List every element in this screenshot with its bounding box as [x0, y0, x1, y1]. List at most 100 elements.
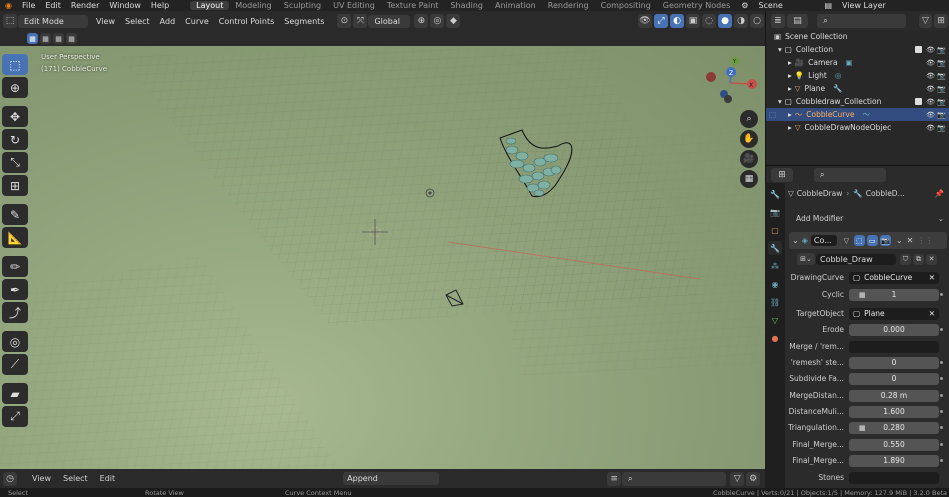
fake-user-shield-icon[interactable]: ⛉ — [900, 253, 911, 265]
3d-viewport[interactable]: X Y Z User Perspective (171) CobbleCurve… — [0, 46, 765, 469]
drawingcurve-field[interactable]: ▢ CobbleCurve ✕ — [849, 271, 939, 284]
data-tab-icon[interactable]: ▽ — [768, 313, 782, 327]
clear-x-icon[interactable]: ✕ — [929, 273, 935, 282]
overlay-toggle-icon[interactable]: ◐ — [670, 14, 684, 28]
attribute-toggle-icon[interactable]: ▦ — [859, 291, 866, 299]
render-toggle-icon[interactable]: 📷 — [879, 235, 891, 246]
workspace-tab-modeling[interactable]: Modeling — [229, 1, 277, 10]
outliner-scene-collection[interactable]: ▣ Scene Collection — [766, 30, 949, 43]
scene-name[interactable]: Scene — [753, 1, 819, 10]
menu-view[interactable]: View — [91, 17, 120, 26]
dropdown-chevron-icon[interactable]: ⌄ — [896, 236, 903, 245]
snap-icon[interactable]: ⊕ — [414, 14, 429, 28]
properties-editor-icon[interactable]: ⊞ — [771, 167, 793, 182]
workspace-tab-uv-editing[interactable]: UV Editing — [327, 1, 381, 10]
outliner-row-plane[interactable]: ▸ ▽ Plane 🔧 👁 📷 — [766, 82, 949, 95]
edit-mode-toggle-icon[interactable]: ▽ — [840, 235, 852, 246]
workspace-tab-geometry-nodes[interactable]: Geometry Nodes — [657, 1, 736, 10]
physics-tab-icon[interactable]: ◉ — [768, 277, 782, 291]
render-camera-icon[interactable]: 📷 — [937, 72, 946, 80]
outliner-row-cobbledrawnode[interactable]: ▸ ▽ CobbleDrawNodeObjec 👁 📷 — [766, 121, 949, 134]
render-camera-icon[interactable]: 📷 — [937, 59, 946, 67]
workspace-tab-rendering[interactable]: Rendering — [542, 1, 595, 10]
gizmo-toggle-icon[interactable]: ⤢ — [654, 14, 668, 28]
display-mode-icon[interactable]: ▤ — [786, 13, 809, 28]
workspace-tab-animation[interactable]: Animation — [489, 1, 542, 10]
new-collection-icon[interactable]: ⊞ — [934, 13, 948, 28]
scale-tool-icon[interactable]: ⤡ — [2, 152, 28, 173]
unlink-x-icon[interactable]: ✕ — [926, 253, 937, 265]
visibility-eye-icon[interactable]: 👁 — [926, 124, 935, 132]
attribute-toggle-icon[interactable]: ▦ — [859, 424, 866, 432]
menu-select[interactable]: Select — [120, 17, 155, 26]
targetobject-field[interactable]: ▢ Plane ✕ — [849, 307, 939, 320]
annotate-tool-icon[interactable]: ✎ — [2, 204, 28, 225]
duplicate-icon[interactable]: ⧉ — [913, 253, 924, 265]
extrude-tool-icon[interactable]: ⤴ — [2, 302, 28, 323]
outliner-row-collection[interactable]: ▾ ▢ Collection 👁 📷 — [766, 43, 949, 56]
menu-curve[interactable]: Curve — [180, 17, 214, 26]
visibility-eye-icon[interactable]: 👁 — [926, 111, 935, 119]
triangulation-field[interactable]: ▦ 0.280 — [849, 421, 939, 434]
outliner-row-camera[interactable]: ▸ 🎥 Camera ▣ 👁 📷 — [766, 56, 949, 69]
properties-search-input[interactable]: ⌕ — [814, 167, 886, 182]
collapse-chevron-icon[interactable]: ⌄ — [792, 236, 799, 245]
settings-gear-icon[interactable]: ⚙ — [746, 471, 761, 486]
collection-checkbox[interactable] — [915, 46, 922, 53]
outliner-row-cobblecurve[interactable]: ⬚ ▸ 〜 CobbleCurve 〜 👁 📷 — [766, 108, 949, 121]
measure-tool-icon[interactable]: 📐 — [2, 227, 28, 248]
keying-dropdown[interactable]: Append — [343, 472, 440, 485]
clear-x-icon[interactable]: ✕ — [929, 309, 935, 318]
object-tab-icon[interactable]: ▢ — [768, 223, 782, 237]
visibility-eye-icon[interactable]: 👁 — [926, 98, 935, 106]
workspace-tab-layout[interactable]: Layout — [190, 1, 230, 10]
randomize-tool-icon[interactable]: ▰ — [2, 383, 28, 404]
render-camera-icon[interactable]: 📷 — [937, 85, 946, 93]
tilt-tool-icon[interactable]: ⟋ — [2, 354, 28, 375]
funnel-icon[interactable]: ▽ — [730, 471, 745, 486]
select-box-tool-icon[interactable]: ⬚ — [2, 54, 28, 75]
workspace-tab-texture-paint[interactable]: Texture Paint — [381, 1, 445, 10]
shading-rendered-icon[interactable]: ○ — [750, 14, 764, 28]
cage-toggle-icon[interactable]: ⬚ — [853, 235, 865, 246]
filter-icon[interactable]: ≡ — [607, 471, 622, 486]
shading-material-icon[interactable]: ◑ — [734, 14, 748, 28]
snap-target-icon[interactable]: ◆ — [446, 14, 461, 28]
mode-dropdown[interactable]: Edit Mode — [18, 14, 88, 28]
final-merge-1-field[interactable]: 0.550 — [849, 438, 939, 451]
proportional-edit-icon[interactable]: ◎ — [430, 14, 445, 28]
menu-edit[interactable]: Edit — [40, 1, 66, 10]
shear-tool-icon[interactable]: ⤢ — [2, 406, 28, 427]
menu-render[interactable]: Render — [66, 1, 104, 10]
visibility-eye-icon[interactable]: 👁 — [926, 46, 935, 54]
xray-toggle-icon[interactable]: ▣ — [686, 14, 700, 28]
view-layer-icon[interactable]: ▤ — [819, 1, 837, 10]
timeline-editor-type-icon[interactable]: ◷ — [3, 471, 17, 486]
menu-add[interactable]: Add — [155, 17, 181, 26]
workspace-tab-compositing[interactable]: Compositing — [595, 1, 657, 10]
cursor-tool-icon[interactable]: ⊕ — [2, 77, 28, 98]
modifier-panel-header[interactable]: ⌄ ◈ Co... ▽ ⬚ ▭ 📷 ⌄ ✕ ⋮⋮ — [789, 232, 947, 249]
edit-mode-icon[interactable]: ⬚ — [769, 110, 776, 119]
menu-help[interactable]: Help — [146, 1, 174, 10]
stones-field[interactable] — [849, 471, 939, 484]
blender-logo-icon[interactable]: ◉ — [0, 1, 17, 10]
merge-remesh-field[interactable] — [849, 340, 939, 353]
draw-tool-icon[interactable]: ✏ — [2, 256, 28, 277]
menu-file[interactable]: File — [17, 1, 40, 10]
render-camera-icon[interactable]: 📷 — [937, 111, 946, 119]
node-tree-icon[interactable]: ⊞⌄ — [797, 253, 815, 265]
view-layer-name[interactable]: View Layer — [837, 1, 891, 10]
render-camera-icon[interactable]: 📷 — [937, 98, 946, 106]
distancemultiplier-field[interactable]: 1.600 — [849, 405, 939, 418]
zoom-icon[interactable]: ⌕ — [740, 110, 758, 128]
node-group-name-field[interactable]: Cobble_Draw — [816, 253, 896, 265]
radius-tool-icon[interactable]: ◎ — [2, 331, 28, 352]
menu-segments[interactable]: Segments — [279, 17, 329, 26]
editor-type-icon[interactable]: ⬚ — [3, 14, 17, 28]
particles-tab-icon[interactable]: ⁂ — [768, 259, 782, 273]
pin-icon[interactable]: 📌 — [935, 189, 944, 198]
visibility-eye-icon[interactable]: 👁 — [926, 85, 935, 93]
workspace-tab-sculpting[interactable]: Sculpting — [278, 1, 327, 10]
transform-pivot-icon[interactable]: ⊙ — [337, 14, 352, 28]
